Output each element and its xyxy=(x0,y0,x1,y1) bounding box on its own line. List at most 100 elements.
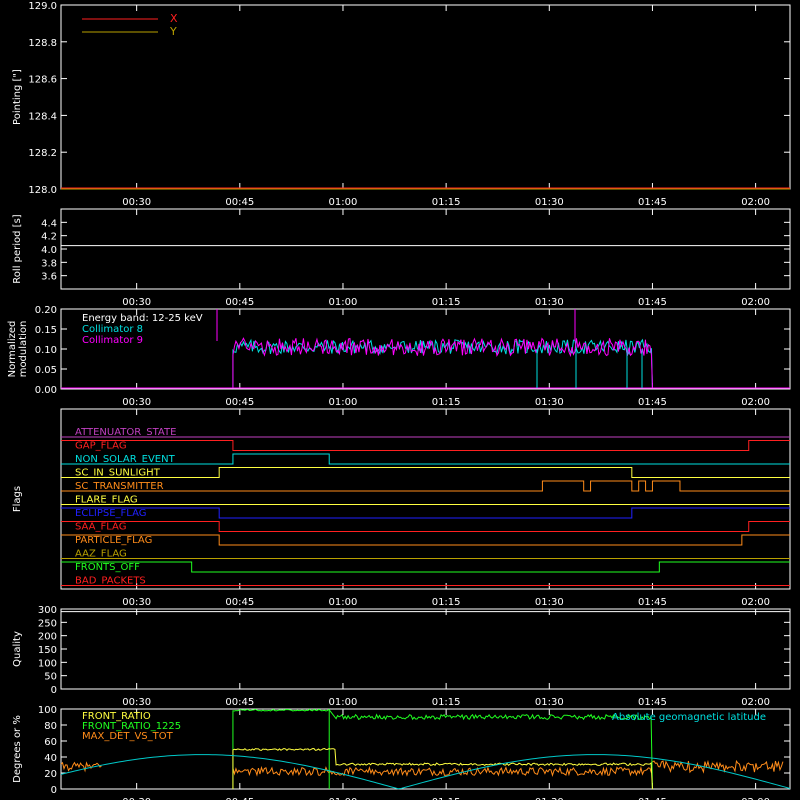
x-tick-label-4-1: 00:45 xyxy=(225,697,254,708)
x-tick-label-1-6: 02:00 xyxy=(741,297,770,308)
y-tick-label-4-0: 0 xyxy=(51,685,57,696)
series-line-max-det-vs-tot-c xyxy=(652,759,784,774)
x-tick-label-0-0: 00:30 xyxy=(122,197,151,208)
chart-svg: 00:30 00:45 01:00 01:15 01:30 01:45 02:00 128.0… xyxy=(7,1,791,800)
y-tick-label-5-3: 60 xyxy=(44,737,57,748)
flag-line-eclipse-flag xyxy=(61,507,790,519)
y-tick-label-2-2: 0.10 xyxy=(35,345,57,356)
legend-label-2: Energy band: 12-25 keV xyxy=(82,313,203,324)
flag-label-3: SC_IN_SUNLIGHT xyxy=(75,468,161,479)
y-tick-label-1-0: 3.6 xyxy=(41,272,57,283)
y-tick-label-0-2: 128.4 xyxy=(28,111,57,122)
x-tick-label-3-3: 01:15 xyxy=(432,597,461,608)
x-tick-label-2-0: 00:30 xyxy=(122,397,151,408)
y-tick-label-4-4: 200 xyxy=(38,632,57,643)
x-tick-label-0-6: 02:00 xyxy=(741,197,770,208)
y-tick-label-2-1: 0.05 xyxy=(35,365,57,376)
y-axis-label-5: Degrees or % xyxy=(12,715,23,783)
x-tick-label-2-6: 02:00 xyxy=(741,397,770,408)
y-tick-label-1-3: 4.2 xyxy=(41,232,57,243)
flag-line-fronts-off xyxy=(61,561,790,573)
x-tick-label-2-3: 01:15 xyxy=(432,397,461,408)
legend-label-3: Collimator 8 xyxy=(82,324,143,335)
x-tick-label-1-4: 01:30 xyxy=(535,297,564,308)
y-tick-label-1-4: 4.4 xyxy=(41,218,57,229)
x-tick-label-4-6: 02:00 xyxy=(741,697,770,708)
y-axis-label-2-0: Normalized xyxy=(7,321,18,378)
y-tick-label-0-4: 128.8 xyxy=(28,38,57,49)
flag-line-gap-flag xyxy=(61,440,790,451)
panel-frame-4 xyxy=(60,608,791,690)
flag-label-10: FRONTS_OFF xyxy=(75,562,140,573)
annotation-geomagnetic-latitude: Absolute geomagnetic latitude xyxy=(612,712,766,723)
x-tick-label-2-5: 01:45 xyxy=(638,397,667,408)
x-tick-label-4-3: 01:15 xyxy=(432,697,461,708)
x-tick-label-3-4: 01:30 xyxy=(535,597,564,608)
series-line-max-det-vs-tot-b xyxy=(232,765,652,777)
flag-label-8: PARTICLE_FLAG xyxy=(75,535,152,546)
flag-label-9: AAZ_FLAG xyxy=(75,549,127,560)
flag-label-4: SC_TRANSMITTER xyxy=(75,481,164,492)
x-tick-label-0-2: 01:00 xyxy=(329,197,358,208)
x-tick-label-4-0: 00:30 xyxy=(122,697,151,708)
legend-label-7: MAX_DET_VS_TOT xyxy=(82,731,174,742)
flag-label-0: ATTENUATOR_STATE xyxy=(75,427,176,438)
y-tick-label-4-1: 50 xyxy=(44,672,57,683)
x-tick-label-2-1: 00:45 xyxy=(225,397,254,408)
y-tick-label-2-3: 0.15 xyxy=(35,325,57,336)
y-tick-label-0-0: 128.0 xyxy=(28,185,57,196)
y-tick-label-4-6: 300 xyxy=(38,605,57,616)
y-tick-label-4-2: 100 xyxy=(38,658,57,669)
x-tick-label-2-2: 01:00 xyxy=(329,397,358,408)
y-tick-label-0-5: 129.0 xyxy=(28,1,57,12)
flag-label-5: FLARE_FLAG xyxy=(75,495,138,506)
x-tick-label-0-5: 01:45 xyxy=(638,197,667,208)
x-tick-label-0-4: 01:30 xyxy=(535,197,564,208)
y-tick-label-1-1: 3.8 xyxy=(41,258,57,269)
y-tick-label-4-3: 150 xyxy=(38,645,57,656)
x-tick-label-3-0: 00:30 xyxy=(122,597,151,608)
x-tick-label-4-4: 01:30 xyxy=(535,697,564,708)
legend-label-4: Collimator 9 xyxy=(82,335,143,346)
y-tick-label-0-1: 128.2 xyxy=(28,148,57,159)
x-tick-label-3-5: 01:45 xyxy=(638,597,667,608)
y-axis-label-0: Pointing ["] xyxy=(12,69,23,125)
flag-line-sc-transmitter xyxy=(61,480,790,492)
flag-label-2: NON_SOLAR_EVENT xyxy=(75,454,176,465)
panel-frame-1 xyxy=(60,208,791,290)
x-tick-label-2-4: 01:30 xyxy=(535,397,564,408)
y-axis-label-1: Roll period [s] xyxy=(12,214,23,283)
legend-label-1: Y xyxy=(169,25,177,38)
y-axis-label-4: Quality xyxy=(12,631,23,667)
y-tick-label-2-4: 0.20 xyxy=(35,305,57,316)
series-line-collimator-8 xyxy=(232,338,653,389)
x-tick-label-0-3: 01:15 xyxy=(432,197,461,208)
y-tick-label-5-2: 40 xyxy=(44,753,57,764)
flag-label-7: SAA_FLAG xyxy=(75,522,126,533)
y-tick-label-1-2: 4.0 xyxy=(41,245,57,256)
y-tick-label-2-0: 0.00 xyxy=(35,385,57,396)
x-tick-label-1-1: 00:45 xyxy=(225,297,254,308)
series-line-geomagnetic-latitude xyxy=(60,754,791,790)
y-axis-label-2-1: modulation xyxy=(18,321,29,378)
x-tick-label-3-2: 01:00 xyxy=(329,597,358,608)
x-tick-label-1-0: 00:30 xyxy=(122,297,151,308)
x-tick-label-1-3: 01:15 xyxy=(432,297,461,308)
flag-label-11: BAD_PACKETS xyxy=(75,576,146,587)
y-tick-label-4-5: 250 xyxy=(38,618,57,629)
flag-line-sc-in-sunlight xyxy=(61,467,790,478)
flag-label-6: ECLIPSE_FLAG xyxy=(75,508,146,519)
y-axis-label-3: Flags xyxy=(12,486,23,512)
y-tick-label-5-4: 80 xyxy=(44,721,57,732)
x-tick-label-3-6: 02:00 xyxy=(741,597,770,608)
x-tick-label-4-5: 01:45 xyxy=(638,697,667,708)
y-tick-label-5-1: 20 xyxy=(44,769,57,780)
x-tick-label-3-1: 00:45 xyxy=(225,597,254,608)
y-tick-label-5-5: 100 xyxy=(38,705,57,716)
x-tick-label-1-5: 01:45 xyxy=(638,297,667,308)
flag-label-1: GAP_FLAG xyxy=(75,441,127,452)
x-tick-label-4-2: 01:00 xyxy=(329,697,358,708)
y-tick-label-5-0: 0 xyxy=(51,785,57,796)
x-tick-label-0-1: 00:45 xyxy=(225,197,254,208)
y-tick-label-0-3: 128.6 xyxy=(28,75,57,86)
